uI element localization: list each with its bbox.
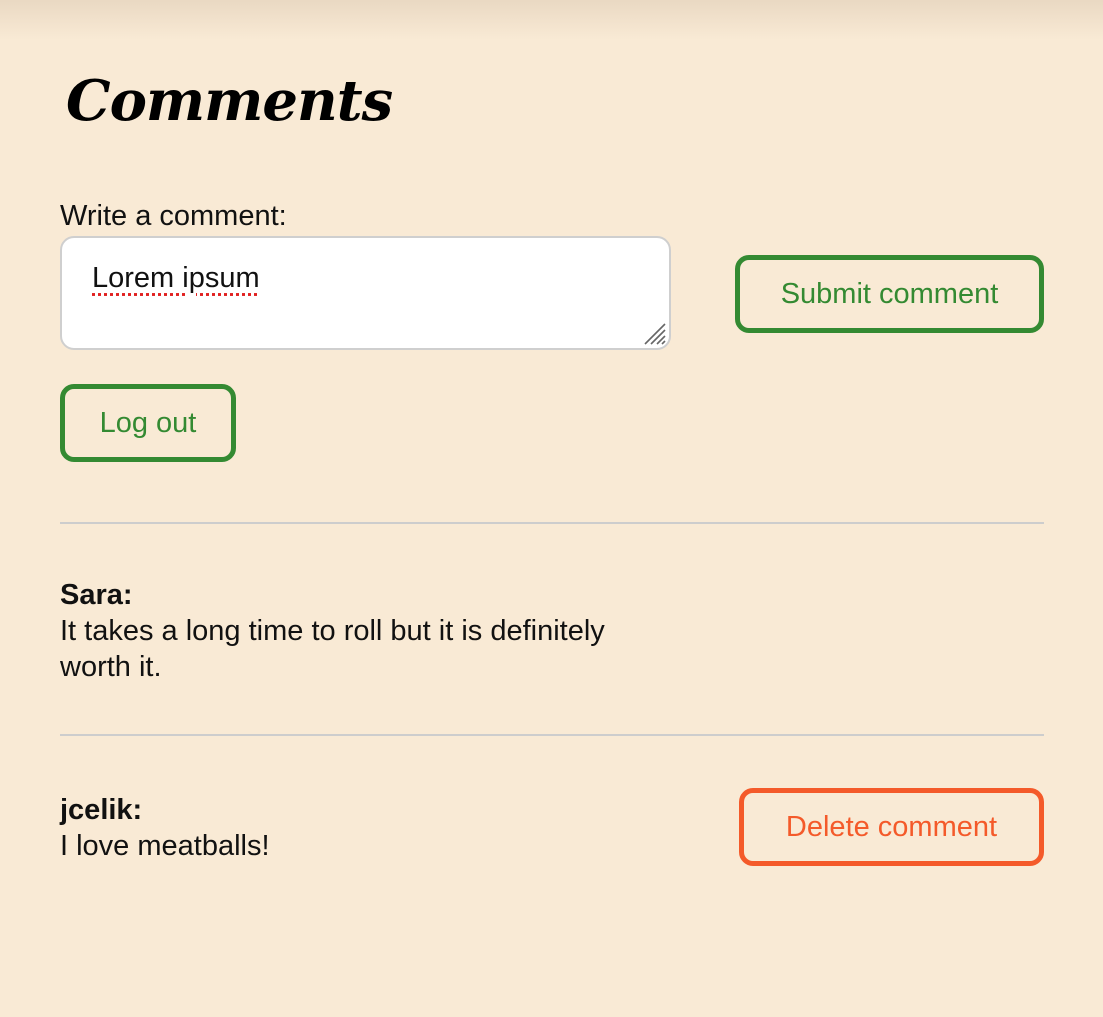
- comment-item: jcelik: I love meatballs!: [60, 792, 680, 864]
- page-title: Comments: [66, 68, 393, 134]
- resize-handle-icon[interactable]: [641, 320, 667, 346]
- submit-comment-button[interactable]: Submit comment: [735, 255, 1044, 333]
- delete-comment-button[interactable]: Delete comment: [739, 788, 1044, 866]
- divider: [60, 734, 1044, 736]
- comment-text: It takes a long time to roll but it is d…: [60, 615, 605, 683]
- logout-button[interactable]: Log out: [60, 384, 236, 462]
- comment-text: I love meatballs!: [60, 830, 270, 862]
- top-shadow: [0, 0, 1103, 40]
- comment-author: jcelik:: [60, 794, 143, 826]
- comment-textarea-value: Lorem ipsum: [92, 262, 260, 294]
- comment-item: Sara: It takes a long time to roll but i…: [60, 577, 680, 685]
- comment-author: Sara:: [60, 579, 133, 611]
- comment-textarea[interactable]: Lorem ipsum: [60, 236, 671, 350]
- comment-field-label: Write a comment:: [60, 200, 287, 232]
- divider: [60, 522, 1044, 524]
